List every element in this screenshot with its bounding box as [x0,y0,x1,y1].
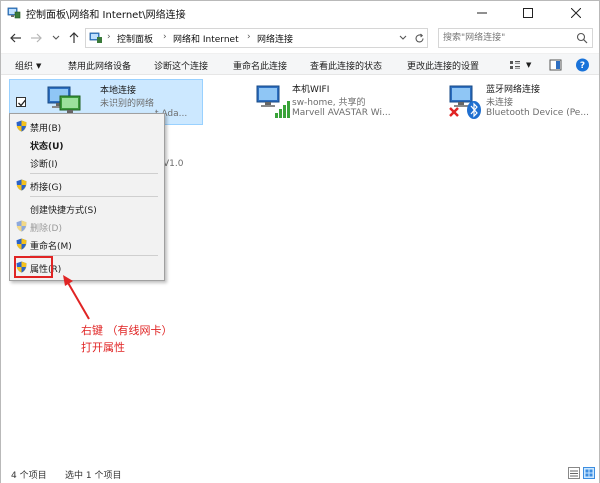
selection-count: 选中 1 个项目 [65,471,122,481]
menu-item-bridge[interactable]: 桥接(G) [10,176,164,194]
menu-item-diagnose[interactable]: 诊断(I) [10,153,164,171]
address-bar[interactable]: › 控制面板 › 网络和 Internet › 网络连接 [85,28,428,48]
search-box[interactable] [438,28,593,48]
menu-item-label: 创建快捷方式(S) [30,206,97,216]
connection-item-bluetooth[interactable]: 蓝牙网络连接 未连接 Bluetooth Device (Pe... [444,79,594,125]
forward-button[interactable] [29,30,43,46]
refresh-icon [414,33,424,42]
minimize-icon [477,12,487,14]
svg-text:?: ? [580,61,585,71]
menu-item-delete: 删除(D) [10,217,164,235]
menu-item-disable[interactable]: 禁用(B) [10,117,164,135]
large-icons-view-icon[interactable] [583,467,595,479]
wifi-adapter-icon [256,85,290,118]
menu-item-label: 状态(U) [30,142,64,152]
breadcrumb-separator-icon[interactable]: › [163,32,167,42]
partial-item-text: V1.0 [163,159,184,169]
rename-connection-button[interactable]: 重命名此连接 [233,59,287,72]
refresh-button[interactable] [412,31,426,45]
connection-item-wifi[interactable]: 本机WIFI sw-home, 共享的 Marvell AVASTAR Wi..… [251,79,431,125]
connection-status: sw-home, 共享的 [292,98,366,108]
annotation-line-2: 打开属性 [81,341,125,354]
connection-status: 未连接 [486,98,514,108]
connection-device: Marvell AVASTAR Wi... [292,108,391,118]
help-icon[interactable]: ? [575,57,590,73]
menu-separator [30,173,158,174]
annotation-highlight-box [14,256,53,278]
view-status-button[interactable]: 查看此连接的状态 [310,59,382,72]
annotation-arrow-icon [63,275,90,320]
item-count: 4 个项目 [11,471,47,481]
menu-item-label: 桥接(G) [30,183,62,193]
minimize-button[interactable] [459,1,505,25]
checkmark-icon [18,99,27,107]
diagnose-connection-button[interactable]: 诊断这个连接 [154,59,208,72]
arrow-up-icon [69,32,79,43]
bluetooth-adapter-icon [449,85,481,119]
address-dropdown-button[interactable] [396,31,410,45]
annotation-line-1: 右键 （有线网卡） [81,324,173,337]
search-input[interactable] [443,31,571,45]
status-bar: 4 个项目 选中 1 个项目 [1,463,599,483]
title-bar[interactable]: 控制面板\网络和 Internet\网络连接 [1,1,599,25]
arrow-right-icon [31,33,42,43]
change-settings-button[interactable]: 更改此连接的设置 [407,59,479,72]
up-button[interactable] [67,30,81,46]
uac-shield-icon [16,120,27,132]
maximize-icon [523,8,533,18]
details-view-icon[interactable] [568,467,580,479]
control-panel-network-icon [7,7,21,19]
menu-item-label: 删除(D) [30,224,62,234]
network-folder-icon [89,32,102,43]
selection-checkbox[interactable] [16,97,27,107]
chevron-down-icon [399,35,407,40]
uac-shield-icon [16,238,27,250]
close-icon [571,8,581,18]
address-row: › 控制面板 › 网络和 Internet › 网络连接 [1,25,599,51]
menu-item-label: 重命名(M) [30,242,72,252]
command-bar: 组织 ▼ 禁用此网络设备 诊断这个连接 重命名此连接 查看此连接的状态 更改此连接… [1,53,599,75]
caret-down-icon: ▼ [36,62,42,70]
breadcrumb-separator-icon[interactable]: › [247,32,251,42]
menu-item-label: 诊断(I) [30,160,58,170]
close-button[interactable] [553,1,599,25]
change-view-icon[interactable] [509,57,521,73]
connection-status: 未识别的网络 [100,99,155,109]
recent-locations-button[interactable] [49,30,63,46]
disable-device-button[interactable]: 禁用此网络设备 [68,59,131,72]
arrow-left-icon [10,33,21,43]
chevron-down-icon [52,35,60,40]
menu-item-label: 禁用(B) [30,124,62,134]
back-button[interactable] [9,30,23,46]
view-options-dropdown[interactable]: ▼ [526,61,531,69]
uac-shield-icon [16,179,27,191]
connection-device: Bluetooth Device (Pe... [486,108,589,118]
breadcrumb-separator-icon[interactable]: › [107,32,111,42]
breadcrumb-control-panel[interactable]: 控制面板 [117,32,153,45]
menu-separator [30,196,158,197]
annotation-text: 右键 （有线网卡） 打开属性 [81,322,173,356]
connection-name: 本地连接 [100,86,137,96]
preview-pane-icon[interactable] [549,57,562,73]
organize-label: 组织 [15,62,34,72]
search-icon[interactable] [576,32,588,44]
maximize-button[interactable] [505,1,551,25]
menu-item-rename[interactable]: 重命名(M) [10,235,164,253]
breadcrumb-network-connections[interactable]: 网络连接 [257,32,293,45]
breadcrumb-network-internet[interactable]: 网络和 Internet [173,32,239,45]
context-menu: 禁用(B) 状态(U) 诊断(I) 桥接(G) 创建快捷方式(S) 删除(D) … [9,113,165,281]
uac-shield-icon [16,220,27,232]
network-connections-window: 控制面板\网络和 Internet\网络连接 › 控制面板 › 网络和 Inte… [0,0,600,483]
menu-item-status[interactable]: 状态(U) [10,135,164,153]
menu-item-create-shortcut[interactable]: 创建快捷方式(S) [10,199,164,217]
connection-name: 蓝牙网络连接 [486,85,541,95]
connection-name: 本机WIFI [292,85,330,95]
organize-menu-button[interactable]: 组织 ▼ [15,59,41,72]
window-title: 控制面板\网络和 Internet\网络连接 [26,10,186,21]
